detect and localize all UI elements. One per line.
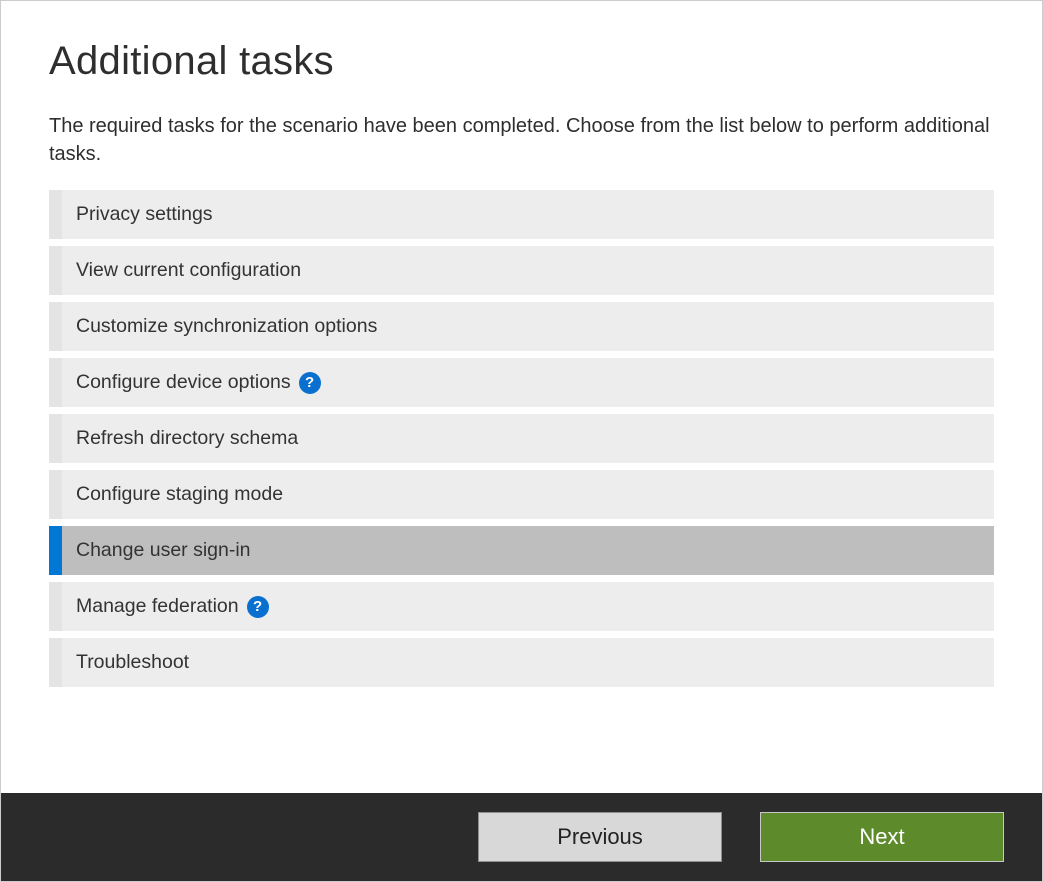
task-label: Configure device options <box>62 371 291 394</box>
task-accent <box>49 526 62 575</box>
task-label: Privacy settings <box>62 203 213 226</box>
task-item-refresh-directory-schema[interactable]: Refresh directory schema <box>49 414 994 463</box>
wizard-window: Additional tasks The required tasks for … <box>0 0 1043 882</box>
task-accent <box>49 414 62 463</box>
task-accent <box>49 358 62 407</box>
wizard-footer: Previous Next <box>1 793 1042 881</box>
task-accent <box>49 246 62 295</box>
help-icon[interactable] <box>247 596 269 618</box>
page-title: Additional tasks <box>49 39 994 84</box>
task-label: Configure staging mode <box>62 483 283 506</box>
task-accent <box>49 302 62 351</box>
task-item-customize-synchronization-options[interactable]: Customize synchronization options <box>49 302 994 351</box>
task-label: View current configuration <box>62 259 301 282</box>
task-accent <box>49 582 62 631</box>
task-label: Troubleshoot <box>62 651 189 674</box>
task-label: Manage federation <box>62 595 239 618</box>
previous-button[interactable]: Previous <box>478 812 722 862</box>
task-item-configure-staging-mode[interactable]: Configure staging mode <box>49 470 994 519</box>
task-item-privacy-settings[interactable]: Privacy settings <box>49 190 994 239</box>
task-item-troubleshoot[interactable]: Troubleshoot <box>49 638 994 687</box>
task-list: Privacy settings View current configurati… <box>49 190 994 687</box>
task-item-view-current-configuration[interactable]: View current configuration <box>49 246 994 295</box>
task-item-manage-federation[interactable]: Manage federation <box>49 582 994 631</box>
task-label: Customize synchronization options <box>62 315 377 338</box>
task-item-configure-device-options[interactable]: Configure device options <box>49 358 994 407</box>
task-accent <box>49 638 62 687</box>
page-description: The required tasks for the scenario have… <box>49 112 994 168</box>
task-accent <box>49 470 62 519</box>
task-label: Change user sign-in <box>62 539 251 562</box>
next-button[interactable]: Next <box>760 812 1004 862</box>
task-label: Refresh directory schema <box>62 427 298 450</box>
task-item-change-user-sign-in[interactable]: Change user sign-in <box>49 526 994 575</box>
wizard-content: Additional tasks The required tasks for … <box>1 1 1042 793</box>
help-icon[interactable] <box>299 372 321 394</box>
task-accent <box>49 190 62 239</box>
